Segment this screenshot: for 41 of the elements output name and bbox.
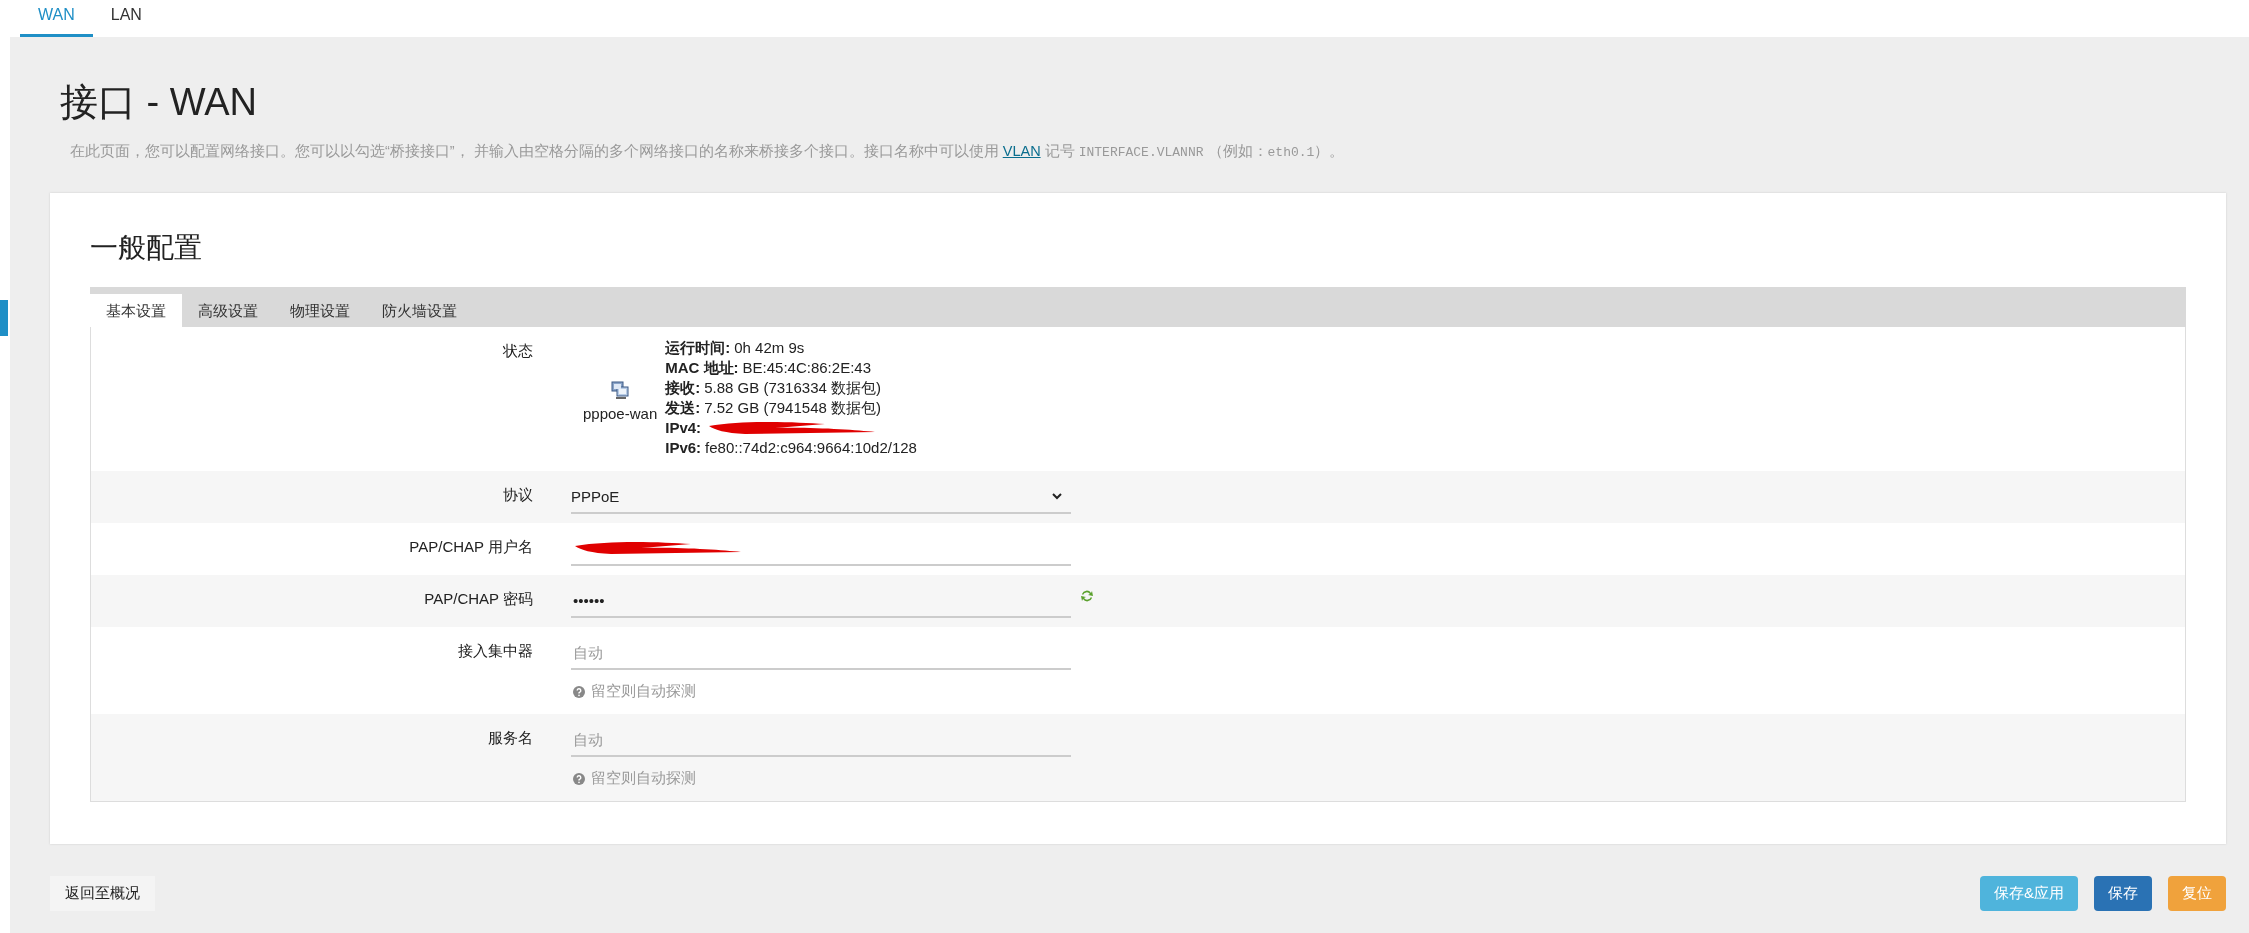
status-value: BE:45:4C:86:2E:43: [742, 358, 871, 378]
input-field[interactable]: 自动: [571, 636, 1071, 670]
status-key: IPv4:: [665, 418, 702, 438]
field-label: 服务名: [487, 728, 534, 748]
back-button[interactable]: 返回至概况: [50, 876, 155, 911]
settings-tab[interactable]: 防火墙设置: [366, 294, 473, 327]
status-key: 发送:: [665, 398, 701, 418]
status-key: 运行时间:: [665, 338, 731, 358]
status-key: 接收:: [665, 378, 701, 398]
hint-text: 留空则自动探测: [591, 682, 696, 701]
settings-tab[interactable]: 物理设置: [274, 294, 366, 327]
field-label: 状态: [502, 341, 534, 361]
refresh-icon: [1079, 588, 1095, 604]
hint-text: 留空则自动探测: [591, 769, 696, 788]
settings-tab[interactable]: 基本设置: [90, 294, 182, 327]
status-key: MAC 地址:: [665, 358, 739, 378]
network-interface-icon: [611, 380, 630, 399]
settings-tab[interactable]: 高级设置: [182, 294, 274, 327]
field-label: 接入集中器: [457, 641, 534, 661]
status-value: fe80::74d2:c964:9664:10d2/128: [705, 438, 917, 458]
status-value: 0h 42m 9s: [734, 338, 805, 358]
vlan-link[interactable]: VLAN: [1002, 143, 1041, 159]
password-field[interactable]: ••••••: [571, 584, 1071, 618]
status-value: 7.52 GB (7941548 数据包): [704, 398, 881, 418]
section-title: 一般配置: [90, 231, 203, 265]
page-description: 在此页面，您可以配置网络接口。您可以以勾选“桥接接口”， 并输入由空格分隔的多个网络接口的名称来桥接多个接口。接口名称中可以使用 VLAN 记号 INTERFACE.VLANNR （例如：eth0.1）。: [70, 142, 1346, 161]
help-icon: [573, 772, 585, 785]
input-field[interactable]: 自动: [571, 723, 1071, 757]
side-indicator: [0, 300, 8, 336]
field-label: PAP/CHAP 用户名: [408, 537, 534, 557]
page-title: 接口 - WAN: [60, 80, 258, 125]
help-icon: [573, 685, 585, 698]
save-button[interactable]: 保存: [2094, 876, 2152, 911]
device-name: pppoe-wan: [583, 404, 658, 422]
protocol-select[interactable]: PPPoE: [571, 480, 1071, 514]
status-value: 5.88 GB (7316334 数据包): [704, 378, 881, 398]
field-label: PAP/CHAP 密码: [423, 589, 534, 609]
caret-icon: [1051, 491, 1063, 501]
status-key: IPv6:: [665, 438, 702, 458]
field-label: 协议: [502, 485, 534, 505]
interface-tab[interactable]: LAN: [92, 0, 160, 37]
